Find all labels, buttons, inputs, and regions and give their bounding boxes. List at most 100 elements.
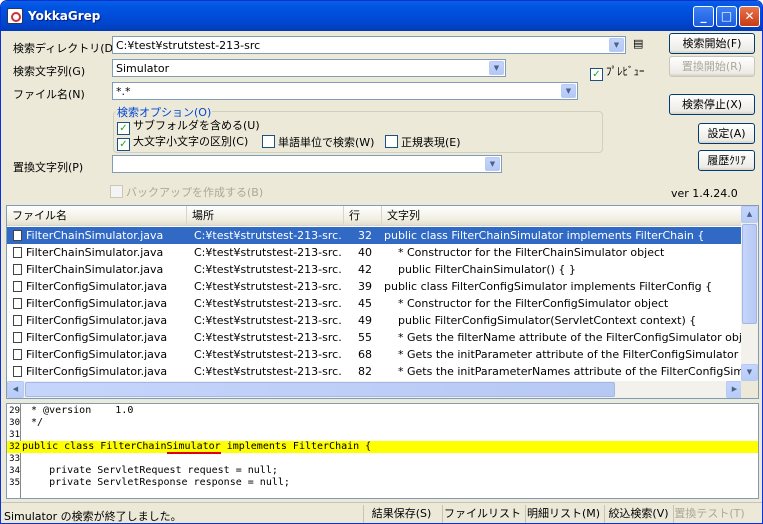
table-row[interactable]: FilterConfigSimulator.java C:¥test¥struts… (7, 295, 743, 312)
text-cell: public class FilterChainSimulator implem… (384, 229, 705, 242)
file-icon (13, 349, 22, 360)
code-line: 32 public class FilterChainSimulator impl… (7, 441, 758, 454)
table-row[interactable]: FilterChainSimulator.java C:¥test¥strutst… (7, 244, 743, 261)
results-list[interactable]: ファイル名 場所 行 文字列 FilterChainSimulator.java… (6, 205, 759, 399)
scroll-thumb[interactable] (742, 224, 757, 324)
file-cell: FilterConfigSimulator.java (13, 329, 185, 346)
file-cell: FilterConfigSimulator.java (13, 278, 185, 295)
code-line: 33 (7, 453, 758, 465)
word-label: 単語単位で検索(W) (278, 136, 375, 149)
line-cell: 49 (358, 314, 372, 327)
chevron-down-icon[interactable]: ▼ (485, 157, 500, 171)
line-number: 30 (9, 418, 20, 428)
table-row[interactable]: FilterConfigSimulator.java C:¥test¥struts… (7, 329, 743, 346)
line-number: 35 (9, 478, 20, 488)
search-dir-label: 検索ディレクトリ(D) (13, 42, 118, 55)
file-cell: FilterConfigSimulator.java (13, 295, 185, 312)
file-cell: FilterConfigSimulator.java (13, 363, 185, 380)
title-bar[interactable]: YokkaGrep _ □ ✕ (1, 1, 762, 31)
line-cell: 40 (358, 246, 372, 259)
scroll-up-icon[interactable]: ▲ (741, 206, 758, 223)
replace-label: 置換文字列(P) (13, 161, 84, 174)
case-checkbox[interactable]: ✓ 大文字小文字の区別(C) (117, 135, 248, 151)
line-cell: 32 (358, 229, 372, 242)
regex-checkbox[interactable]: 正規表現(E) (385, 135, 461, 149)
chevron-down-icon[interactable]: ▼ (489, 61, 504, 75)
app-icon[interactable] (7, 8, 23, 24)
detail-list-button[interactable]: 明細リスト(M) (525, 505, 601, 523)
path-cell: C:¥test¥strutstest-213-src... (194, 229, 342, 242)
table-row[interactable]: FilterChainSimulator.java C:¥test¥strutst… (7, 227, 743, 244)
line-number: 29 (9, 406, 20, 416)
column-header-file[interactable]: ファイル名 (7, 206, 187, 226)
file-icon (13, 298, 22, 309)
chevron-down-icon[interactable]: ▼ (609, 38, 624, 52)
replace-test-button[interactable]: 置換テスト(T) (673, 505, 745, 523)
text-cell: public class FilterConfigSimulator imple… (384, 280, 713, 293)
regex-label: 正規表現(E) (401, 136, 461, 149)
file-icon (13, 366, 22, 377)
backup-checkbox[interactable]: バックアップを作成する(B) (110, 185, 263, 199)
preview-checkbox[interactable]: ✓ ﾌﾟﾚﾋﾞｭｰ (590, 65, 645, 81)
path-cell: C:¥test¥strutstest-213-src... (194, 297, 342, 310)
file-name-combo[interactable]: *.* ▼ (112, 82, 578, 100)
clear-history-button[interactable]: 履歴ｸﾘｱ (698, 150, 755, 171)
horizontal-scrollbar[interactable]: ◀ ▶ (7, 381, 743, 398)
file-icon (13, 230, 22, 241)
line-number: 34 (9, 466, 20, 476)
search-str-combo[interactable]: Simulator ▼ (112, 59, 506, 77)
line-cell: 45 (358, 297, 372, 310)
file-cell: FilterChainSimulator.java (13, 244, 185, 261)
list-header: ファイル名 場所 行 文字列 (7, 206, 743, 226)
version-label: ver 1.4.24.0 (671, 187, 738, 200)
table-row[interactable]: FilterChainSimulator.java C:¥test¥strutst… (7, 261, 743, 278)
code-line: 34 private ServletRequest request = null… (7, 465, 758, 477)
table-row[interactable]: FilterConfigSimulator.java C:¥test¥struts… (7, 312, 743, 329)
preview-label: ﾌﾟﾚﾋﾞｭｰ (606, 65, 645, 78)
file-cell: FilterChainSimulator.java (13, 227, 185, 244)
file-list-button[interactable]: ファイルリスト(L) (442, 505, 522, 523)
replace-combo[interactable]: ▼ (112, 155, 502, 173)
subfolder-checkbox[interactable]: ✓ サブフォルダを含める(U) (117, 119, 260, 135)
search-str-label: 検索文字列(G) (13, 65, 86, 78)
file-cell: FilterConfigSimulator.java (13, 346, 185, 363)
path-cell: C:¥test¥strutstest-213-src... (194, 314, 342, 327)
path-cell: C:¥test¥strutstest-213-src... (194, 331, 342, 344)
code-text: private ServletResponse response = null; (25, 477, 290, 488)
path-cell: C:¥test¥strutstest-213-src... (194, 348, 342, 361)
chevron-down-icon[interactable]: ▼ (561, 84, 576, 98)
file-cell: FilterChainSimulator.java (13, 261, 185, 278)
column-header-text[interactable]: 文字列 (382, 206, 743, 226)
table-row[interactable]: FilterConfigSimulator.java C:¥test¥struts… (7, 346, 743, 363)
settings-button[interactable]: 設定(A) (698, 123, 755, 144)
code-line: 30 */ (7, 417, 758, 429)
word-checkbox[interactable]: 単語単位で検索(W) (262, 135, 374, 149)
line-cell: 42 (358, 263, 372, 276)
column-header-line[interactable]: 行 (344, 206, 382, 226)
scroll-thumb[interactable] (25, 382, 615, 397)
path-cell: C:¥test¥strutstest-213-src... (194, 246, 342, 259)
narrow-search-button[interactable]: 絞込検索(V) (604, 505, 672, 523)
table-row[interactable]: FilterConfigSimulator.java C:¥test¥struts… (7, 278, 743, 295)
window-title: YokkaGrep (28, 9, 101, 23)
minimize-icon[interactable]: _ (693, 6, 714, 27)
maximize-icon[interactable]: □ (716, 6, 737, 27)
scroll-left-icon[interactable]: ◀ (7, 381, 24, 398)
vertical-scrollbar[interactable]: ▲ ▼ (741, 206, 758, 381)
line-cell: 55 (358, 331, 372, 344)
close-icon[interactable]: ✕ (739, 6, 760, 27)
preview-editor[interactable]: 29 * @version 1.0 30 */31 32 public class F… (6, 403, 759, 499)
text-cell: * Gets the initParameter attribute of th… (384, 348, 742, 361)
column-header-path[interactable]: 場所 (187, 206, 344, 226)
replace-start-button[interactable]: 置換開始(R) (669, 56, 755, 77)
text-cell: public FilterConfigSimulator(ServletCont… (384, 314, 697, 327)
search-start-button[interactable]: 検索開始(F) (669, 33, 755, 54)
code-text: private ServletRequest request = null; (25, 465, 278, 476)
table-row[interactable]: FilterConfigSimulator.java C:¥test¥struts… (7, 363, 743, 380)
search-stop-button[interactable]: 検索停止(X) (669, 94, 755, 115)
scroll-down-icon[interactable]: ▼ (741, 364, 758, 381)
folder-browse-icon[interactable]: ▤ (633, 37, 651, 53)
search-dir-combo[interactable]: C:¥test¥strutstest-213-src ▼ (112, 36, 626, 54)
save-results-button[interactable]: 結果保存(S) (363, 505, 439, 523)
file-icon (13, 315, 22, 326)
